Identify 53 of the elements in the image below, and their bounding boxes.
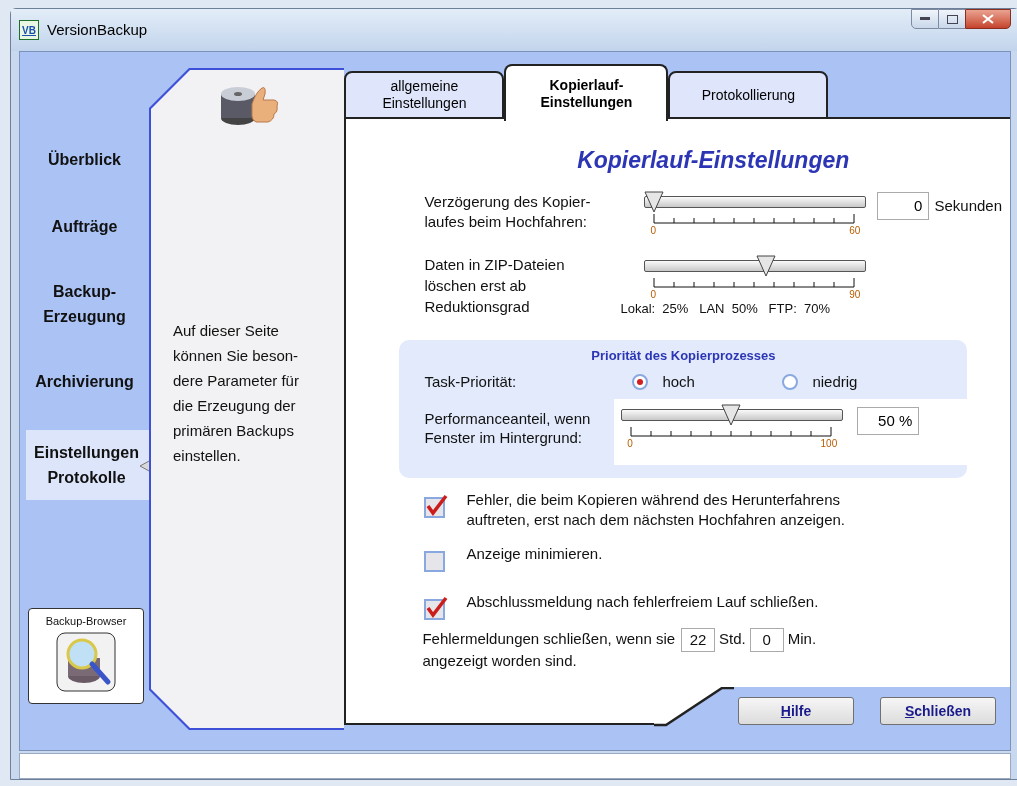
minimize-icon [920, 17, 930, 21]
performance-input-field[interactable]: 50 % [857, 407, 920, 435]
tab[interactable]: Kopierlauf- Einstellungen [504, 64, 669, 121]
tab[interactable]: allgemeine Einstellungen [344, 71, 505, 119]
slider-track[interactable] [621, 409, 844, 421]
setting-label: Task-Priorität: [424, 371, 518, 392]
radio-button[interactable]: hoch [632, 370, 783, 394]
section-title: Priorität des Kopierprozesses [590, 346, 777, 365]
slider-thumb[interactable] [756, 254, 777, 277]
page-heading: Kopierlauf-Einstellungen [576, 146, 851, 175]
setting-label: Daten in ZIP-Dateien löschen erst ab Reduktionsgrad [424, 254, 566, 317]
checkbox-label: Abschlussmeldung nach fehlerfreiem Lauf schließen. [466, 591, 819, 612]
minutes-input-field[interactable]: 0 [749, 627, 784, 652]
reduction-presets-text: Lokal: 25% LAN 50% FTP: 70% [620, 300, 831, 317]
setting-label: Performanceanteil, wenn Fenster im Hintergrund: [424, 409, 592, 447]
scale-min-label: 0 [650, 224, 656, 237]
maximize-icon [946, 14, 958, 24]
nav-item[interactable]: Archivierung [20, 369, 149, 394]
radio-button[interactable]: niedrig [782, 370, 858, 394]
slider-thumb[interactable] [721, 404, 742, 426]
scale-max-label: 100 [820, 438, 838, 450]
close-icon [982, 14, 994, 24]
scale-min-label: 0 [627, 438, 633, 450]
page-description: Auf dieser Seite können Sie beson- dere Parameter für die Erzeugung der primären Backups einstellen. [173, 321, 299, 466]
slider-track[interactable] [644, 259, 867, 272]
unit-label: Std. [719, 629, 746, 650]
setting-label: Verzögerung des Kopier- laufes beim Hochfahren: [424, 191, 592, 232]
nav-item[interactable]: Einstellungen Protokolle [26, 430, 149, 500]
minimize-button[interactable] [911, 9, 939, 29]
delay-input-field[interactable]: 0 [877, 191, 930, 220]
dialog-button[interactable]: Schließen [880, 697, 996, 725]
backup-browser-button[interactable]: Backup-Browser [28, 608, 144, 704]
hours-input-field[interactable]: 22 [681, 627, 716, 652]
scale-max-label: 90 [849, 288, 861, 301]
close-button[interactable] [965, 9, 1011, 29]
window-title: VersionBackup [47, 19, 148, 40]
app-logo-icon: VB [19, 20, 39, 40]
dialog-button[interactable]: Hilfe [738, 697, 854, 725]
tab[interactable]: Protokollierung [668, 71, 829, 119]
checkbox-label: Fehler, die beim Kopieren während des Herunterfahrens auftreten, erst nach dem nächsten Hochfahren anzeigen. [466, 489, 845, 530]
scale-min-label: 0 [650, 288, 656, 301]
checkbox-label: Anzeige minimieren. [466, 543, 603, 564]
nav-item[interactable]: Überblick [20, 147, 149, 172]
setting-label: Fehlermeldungen schließen, wenn sie [422, 629, 676, 650]
nav-item[interactable]: Aufträge [20, 214, 149, 239]
nav-item[interactable]: Backup- Erzeugung [20, 279, 149, 329]
scale-max-label: 60 [849, 224, 861, 237]
setting-label: angezeigt worden sind. [422, 651, 578, 670]
maximize-button[interactable] [939, 9, 965, 29]
slider-thumb[interactable] [644, 190, 665, 213]
unit-label: Min. [787, 629, 817, 650]
slider-track[interactable] [644, 195, 867, 208]
unit-label: Sekunden [934, 195, 1002, 216]
